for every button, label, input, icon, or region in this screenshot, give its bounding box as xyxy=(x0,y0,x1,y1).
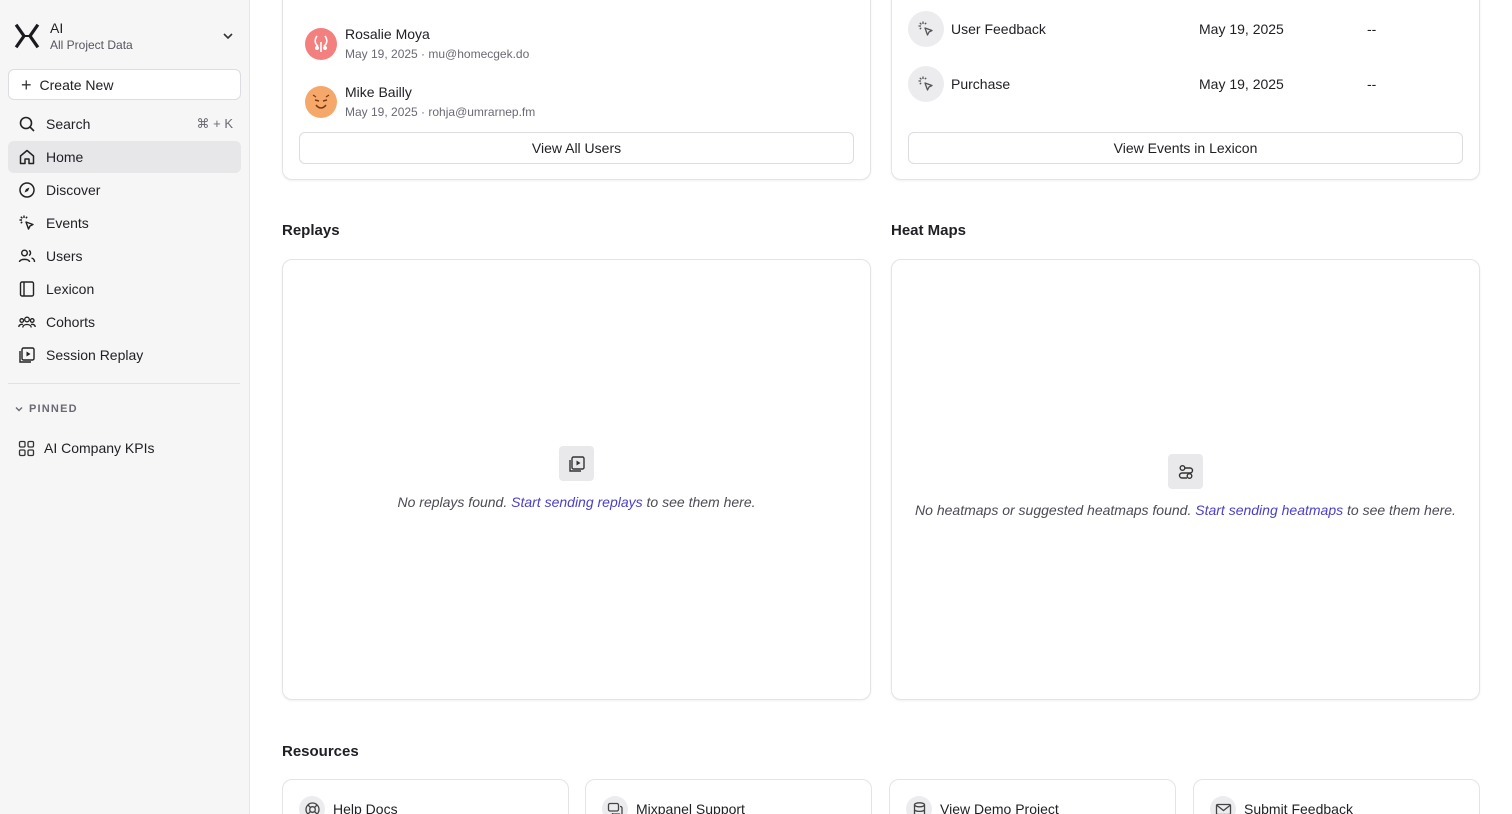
sidebar-nav: Search ⌘ + K Home Discover Events Users … xyxy=(8,108,241,372)
create-new-button[interactable]: + Create New xyxy=(8,69,241,100)
mixpanel-logo-icon xyxy=(14,23,40,49)
resource-submit-feedback[interactable]: Submit Feedback xyxy=(1193,779,1480,814)
replays-title: Replays xyxy=(282,222,340,239)
events-card: User Feedback May 19, 2025 -- Purchase M… xyxy=(891,0,1480,180)
user-row[interactable]: Rosalie Moya May 19, 2025 · mu@homecgek.… xyxy=(305,25,529,63)
chat-icon xyxy=(602,796,628,814)
users-icon xyxy=(18,249,36,263)
sidebar-item-label: Session Replay xyxy=(46,347,144,363)
project-switcher[interactable]: AI All Project Data xyxy=(14,16,236,56)
event-date: May 19, 2025 xyxy=(1199,76,1284,92)
view-events-in-lexicon-button[interactable]: View Events in Lexicon xyxy=(908,132,1463,164)
sidebar-item-search[interactable]: Search ⌘ + K xyxy=(8,108,241,140)
database-icon xyxy=(906,796,932,814)
sidebar-item-label: Cohorts xyxy=(46,314,96,330)
sidebar-item-label: Search xyxy=(46,116,91,132)
cursor-click-icon xyxy=(908,66,944,102)
home-icon xyxy=(19,149,35,165)
chevron-down-icon xyxy=(223,33,233,40)
avatar xyxy=(305,86,337,118)
replays-empty-prefix: No replays found. xyxy=(397,494,508,510)
user-meta: May 19, 2025 · mu@homecgek.do xyxy=(345,47,530,61)
view-all-users-button[interactable]: View All Users xyxy=(299,132,854,164)
replays-empty-message: No replays found. Start sending replays … xyxy=(283,494,870,510)
event-row[interactable]: User Feedback May 19, 2025 -- xyxy=(908,11,1463,47)
sidebar-item-label: Events xyxy=(46,215,89,231)
sidebar: AI All Project Data + Create New Search … xyxy=(0,0,250,814)
event-value: -- xyxy=(1367,21,1377,37)
resources-title: Resources xyxy=(282,743,359,760)
event-row[interactable]: Purchase May 19, 2025 -- xyxy=(908,66,1463,102)
search-shortcut: ⌘ + K xyxy=(196,116,234,131)
start-sending-heatmaps-link[interactable]: Start sending heatmaps xyxy=(1195,502,1343,518)
event-name: Purchase xyxy=(951,76,1011,92)
sidebar-item-discover[interactable]: Discover xyxy=(8,174,241,206)
event-date: May 19, 2025 xyxy=(1199,21,1284,37)
plus-icon: + xyxy=(21,74,32,95)
resource-label: Help Docs xyxy=(333,801,398,814)
event-value: -- xyxy=(1367,76,1377,92)
user-info: Rosalie Moya May 19, 2025 · mu@homecgek.… xyxy=(345,25,529,63)
pinned-item-label: AI Company KPIs xyxy=(44,440,155,456)
heatmaps-empty-suffix: to see them here. xyxy=(1347,502,1456,518)
user-name: Mike Bailly xyxy=(345,84,412,100)
project-subtitle: All Project Data xyxy=(50,38,133,52)
replays-card: No replays found. Start sending replays … xyxy=(282,259,871,700)
resource-label: Mixpanel Support xyxy=(636,801,745,814)
heatmaps-empty-prefix: No heatmaps or suggested heatmaps found. xyxy=(915,502,1192,518)
cursor-click-icon xyxy=(908,11,944,47)
sidebar-item-label: Users xyxy=(46,248,83,264)
replays-empty-suffix: to see them here. xyxy=(646,494,756,510)
users-card: Rosalie Moya May 19, 2025 · mu@homecgek.… xyxy=(282,0,871,180)
resource-view-demo-project[interactable]: View Demo Project xyxy=(889,779,1176,814)
replay-icon xyxy=(19,347,35,363)
sidebar-item-cohorts[interactable]: Cohorts xyxy=(8,306,241,338)
event-name: User Feedback xyxy=(951,21,1046,37)
sidebar-item-users[interactable]: Users xyxy=(8,240,241,272)
sidebar-item-label: Lexicon xyxy=(46,281,95,297)
heatmap-icon xyxy=(1168,454,1203,489)
cursor-click-icon xyxy=(19,215,34,230)
sidebar-item-home[interactable]: Home xyxy=(8,141,241,173)
sidebar-item-session-replay[interactable]: Session Replay xyxy=(8,339,241,371)
mail-icon xyxy=(1210,796,1236,814)
project-name: AI xyxy=(50,20,64,36)
sidebar-item-events[interactable]: Events xyxy=(8,207,241,239)
avatar-face-icon xyxy=(314,35,328,52)
heatmaps-card: No heatmaps or suggested heatmaps found.… xyxy=(891,259,1480,700)
resource-help-docs[interactable]: Help Docs xyxy=(282,779,569,814)
book-icon xyxy=(19,281,35,297)
heatmaps-title: Heat Maps xyxy=(891,222,967,239)
pinned-section-toggle[interactable]: PINNED xyxy=(14,403,78,415)
project-info: AI All Project Data xyxy=(50,19,220,53)
cohorts-icon xyxy=(18,316,36,328)
resource-label: View Demo Project xyxy=(940,801,1059,814)
sidebar-item-label: Discover xyxy=(46,182,101,198)
start-sending-replays-link[interactable]: Start sending replays xyxy=(511,494,643,510)
search-icon xyxy=(19,116,35,132)
compass-icon xyxy=(19,182,35,198)
user-row[interactable]: Mike Bailly May 19, 2025 · rohja@umrarne… xyxy=(305,83,535,121)
pinned-item-ai-company-kpis[interactable]: AI Company KPIs xyxy=(18,437,155,459)
user-name: Rosalie Moya xyxy=(345,26,430,42)
pinned-label: PINNED xyxy=(29,403,78,415)
resource-label: Submit Feedback xyxy=(1244,801,1353,814)
create-new-label: Create New xyxy=(39,76,114,93)
user-info: Mike Bailly May 19, 2025 · rohja@umrarne… xyxy=(345,83,535,121)
lifebuoy-icon xyxy=(299,796,325,814)
avatar-face-icon xyxy=(312,94,330,109)
avatar xyxy=(305,28,337,60)
chevron-down-icon xyxy=(15,407,23,412)
resource-mixpanel-support[interactable]: Mixpanel Support xyxy=(585,779,872,814)
sidebar-item-lexicon[interactable]: Lexicon xyxy=(8,273,241,305)
sidebar-item-label: Home xyxy=(46,149,84,165)
heatmaps-empty-message: No heatmaps or suggested heatmaps found.… xyxy=(892,502,1479,518)
sidebar-divider xyxy=(8,383,240,384)
dashboard-grid-icon xyxy=(18,440,35,456)
user-meta: May 19, 2025 · rohja@umrarnep.fm xyxy=(345,105,536,119)
replay-icon xyxy=(559,446,594,481)
